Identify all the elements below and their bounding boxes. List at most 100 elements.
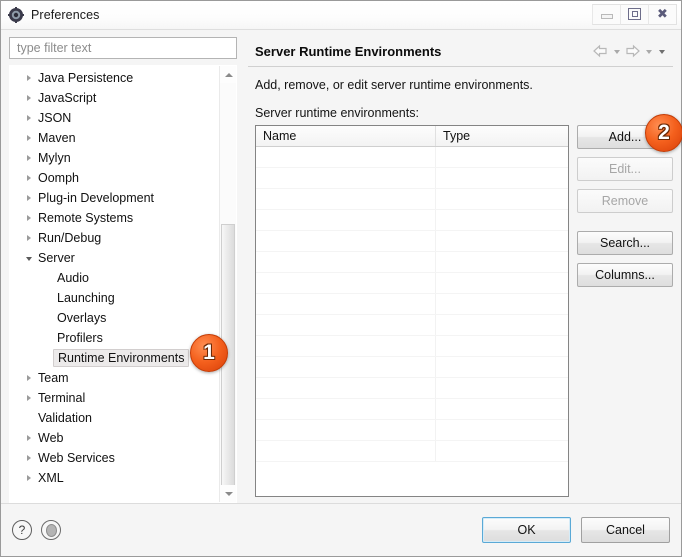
twisty-collapsed-icon[interactable] xyxy=(22,455,35,461)
table-row[interactable] xyxy=(256,441,568,462)
table-row[interactable] xyxy=(256,315,568,336)
table-cell-name xyxy=(256,168,436,188)
tree-item-remote-systems[interactable]: Remote Systems xyxy=(10,208,218,228)
twisty-collapsed-icon[interactable] xyxy=(22,395,35,401)
back-arrow-icon[interactable] xyxy=(592,44,609,60)
column-header-type[interactable]: Type xyxy=(436,126,568,146)
forward-dropdown-icon[interactable] xyxy=(643,45,654,59)
help-question-icon[interactable]: ? xyxy=(12,520,32,540)
columns-button[interactable]: Columns... xyxy=(577,263,673,287)
tree-item-mylyn[interactable]: Mylyn xyxy=(10,148,218,168)
scroll-down-arrow[interactable] xyxy=(220,485,236,502)
column-header-name[interactable]: Name xyxy=(256,126,436,146)
table-cell-type xyxy=(436,357,568,377)
filter-box[interactable] xyxy=(9,37,237,59)
twisty-collapsed-icon[interactable] xyxy=(22,475,35,481)
tree-item-web[interactable]: Web xyxy=(10,428,218,448)
twisty-collapsed-icon[interactable] xyxy=(22,135,35,141)
table-row[interactable] xyxy=(256,378,568,399)
preferences-navigation: Java Persistence JavaScript JSON Maven Mylyn… xyxy=(9,37,237,503)
table-row[interactable] xyxy=(256,357,568,378)
tree-item-json[interactable]: JSON xyxy=(10,108,218,128)
tree-item-run-debug[interactable]: Run/Debug xyxy=(10,228,218,248)
twisty-collapsed-icon[interactable] xyxy=(22,215,35,221)
tree-item-javascript[interactable]: JavaScript xyxy=(10,88,218,108)
twisty-collapsed-icon[interactable] xyxy=(22,155,35,161)
minimize-icon[interactable] xyxy=(592,3,621,25)
tree-item-label: Maven xyxy=(38,131,76,145)
tree-item-terminal[interactable]: Terminal xyxy=(10,388,218,408)
tree-item-launching[interactable]: Launching xyxy=(10,288,218,308)
tree-item-server[interactable]: Server xyxy=(10,248,218,268)
twisty-collapsed-icon[interactable] xyxy=(22,175,35,181)
list-label: Server runtime environments: xyxy=(255,106,419,120)
tree-item-label: Run/Debug xyxy=(38,231,102,245)
tree-item-label: Remote Systems xyxy=(38,211,134,225)
ok-button[interactable]: OK xyxy=(482,517,571,543)
back-dropdown-icon[interactable] xyxy=(611,45,622,59)
tree-item-label: Validation xyxy=(38,411,92,425)
tree-item-team[interactable]: Team xyxy=(10,368,218,388)
table-row[interactable] xyxy=(256,336,568,357)
window-title: Preferences xyxy=(31,8,100,22)
table-header: Name Type xyxy=(256,126,568,147)
tree-item-maven[interactable]: Maven xyxy=(10,128,218,148)
preferences-dialog: Preferences ✖ Java Persistence JavaScript… xyxy=(0,0,682,557)
tree-item-validation[interactable]: Validation xyxy=(10,408,218,428)
runtime-environments-table[interactable]: Name Type xyxy=(255,125,569,497)
footer-icons: ? xyxy=(12,520,61,540)
tree-item-label: Web Services xyxy=(38,451,115,465)
table-cell-type xyxy=(436,315,568,335)
table-row[interactable] xyxy=(256,168,568,189)
table-row[interactable] xyxy=(256,420,568,441)
table-cell-name xyxy=(256,294,436,314)
preference-page: Server Runtime Environments Add, remove,… xyxy=(246,37,673,503)
forward-arrow-icon[interactable] xyxy=(624,44,641,60)
tree-item-xml[interactable]: XML xyxy=(10,468,218,488)
page-navigation xyxy=(592,44,673,60)
search-input[interactable] xyxy=(15,40,236,56)
tree-item-overlays[interactable]: Overlays xyxy=(10,308,218,328)
twisty-collapsed-icon[interactable] xyxy=(22,75,35,81)
tree-item-profilers[interactable]: Profilers xyxy=(10,328,218,348)
twisty-collapsed-icon[interactable] xyxy=(22,235,35,241)
tree-scrollbar[interactable] xyxy=(219,66,236,502)
table-row[interactable] xyxy=(256,210,568,231)
cancel-button[interactable]: Cancel xyxy=(581,517,670,543)
tree-item-web-services[interactable]: Web Services xyxy=(10,448,218,468)
tree-item-audio[interactable]: Audio xyxy=(10,268,218,288)
twisty-collapsed-icon[interactable] xyxy=(22,375,35,381)
tree-item-java-persistence[interactable]: Java Persistence xyxy=(10,68,218,88)
table-cell-type xyxy=(436,336,568,356)
tree-item-label: Oomph xyxy=(38,171,79,185)
table-and-buttons: Name Type Add... Edit... Remove Search... Co… xyxy=(248,125,673,503)
table-row[interactable] xyxy=(256,273,568,294)
restore-icon[interactable] xyxy=(620,3,649,25)
table-cell-type xyxy=(436,210,568,230)
twisty-collapsed-icon[interactable] xyxy=(22,435,35,441)
table-row[interactable] xyxy=(256,231,568,252)
table-row[interactable] xyxy=(256,147,568,168)
twisty-collapsed-icon[interactable] xyxy=(22,115,35,121)
tree-item-oomph[interactable]: Oomph xyxy=(10,168,218,188)
view-menu-icon[interactable] xyxy=(656,45,667,59)
twisty-collapsed-icon[interactable] xyxy=(22,195,35,201)
page-description: Add, remove, or edit server runtime envi… xyxy=(255,78,533,92)
preferences-tree[interactable]: Java Persistence JavaScript JSON Maven Mylyn… xyxy=(9,65,237,503)
search-button[interactable]: Search... xyxy=(577,231,673,255)
table-cell-name xyxy=(256,147,436,167)
tree-item-label: Runtime Environments xyxy=(53,349,190,367)
twisty-expanded-icon[interactable] xyxy=(22,255,35,261)
table-row[interactable] xyxy=(256,294,568,315)
tree-item-runtime-environments[interactable]: Runtime Environments xyxy=(10,348,218,368)
tree-item-label: XML xyxy=(38,471,64,485)
record-circle-icon[interactable] xyxy=(41,520,61,540)
table-row[interactable] xyxy=(256,252,568,273)
table-row[interactable] xyxy=(256,189,568,210)
twisty-collapsed-icon[interactable] xyxy=(22,95,35,101)
annotation-badge-1: 1 xyxy=(190,334,228,372)
tree-item-plug-in-development[interactable]: Plug-in Development xyxy=(10,188,218,208)
scroll-up-arrow[interactable] xyxy=(220,66,236,83)
close-icon[interactable]: ✖ xyxy=(648,3,677,25)
table-row[interactable] xyxy=(256,399,568,420)
